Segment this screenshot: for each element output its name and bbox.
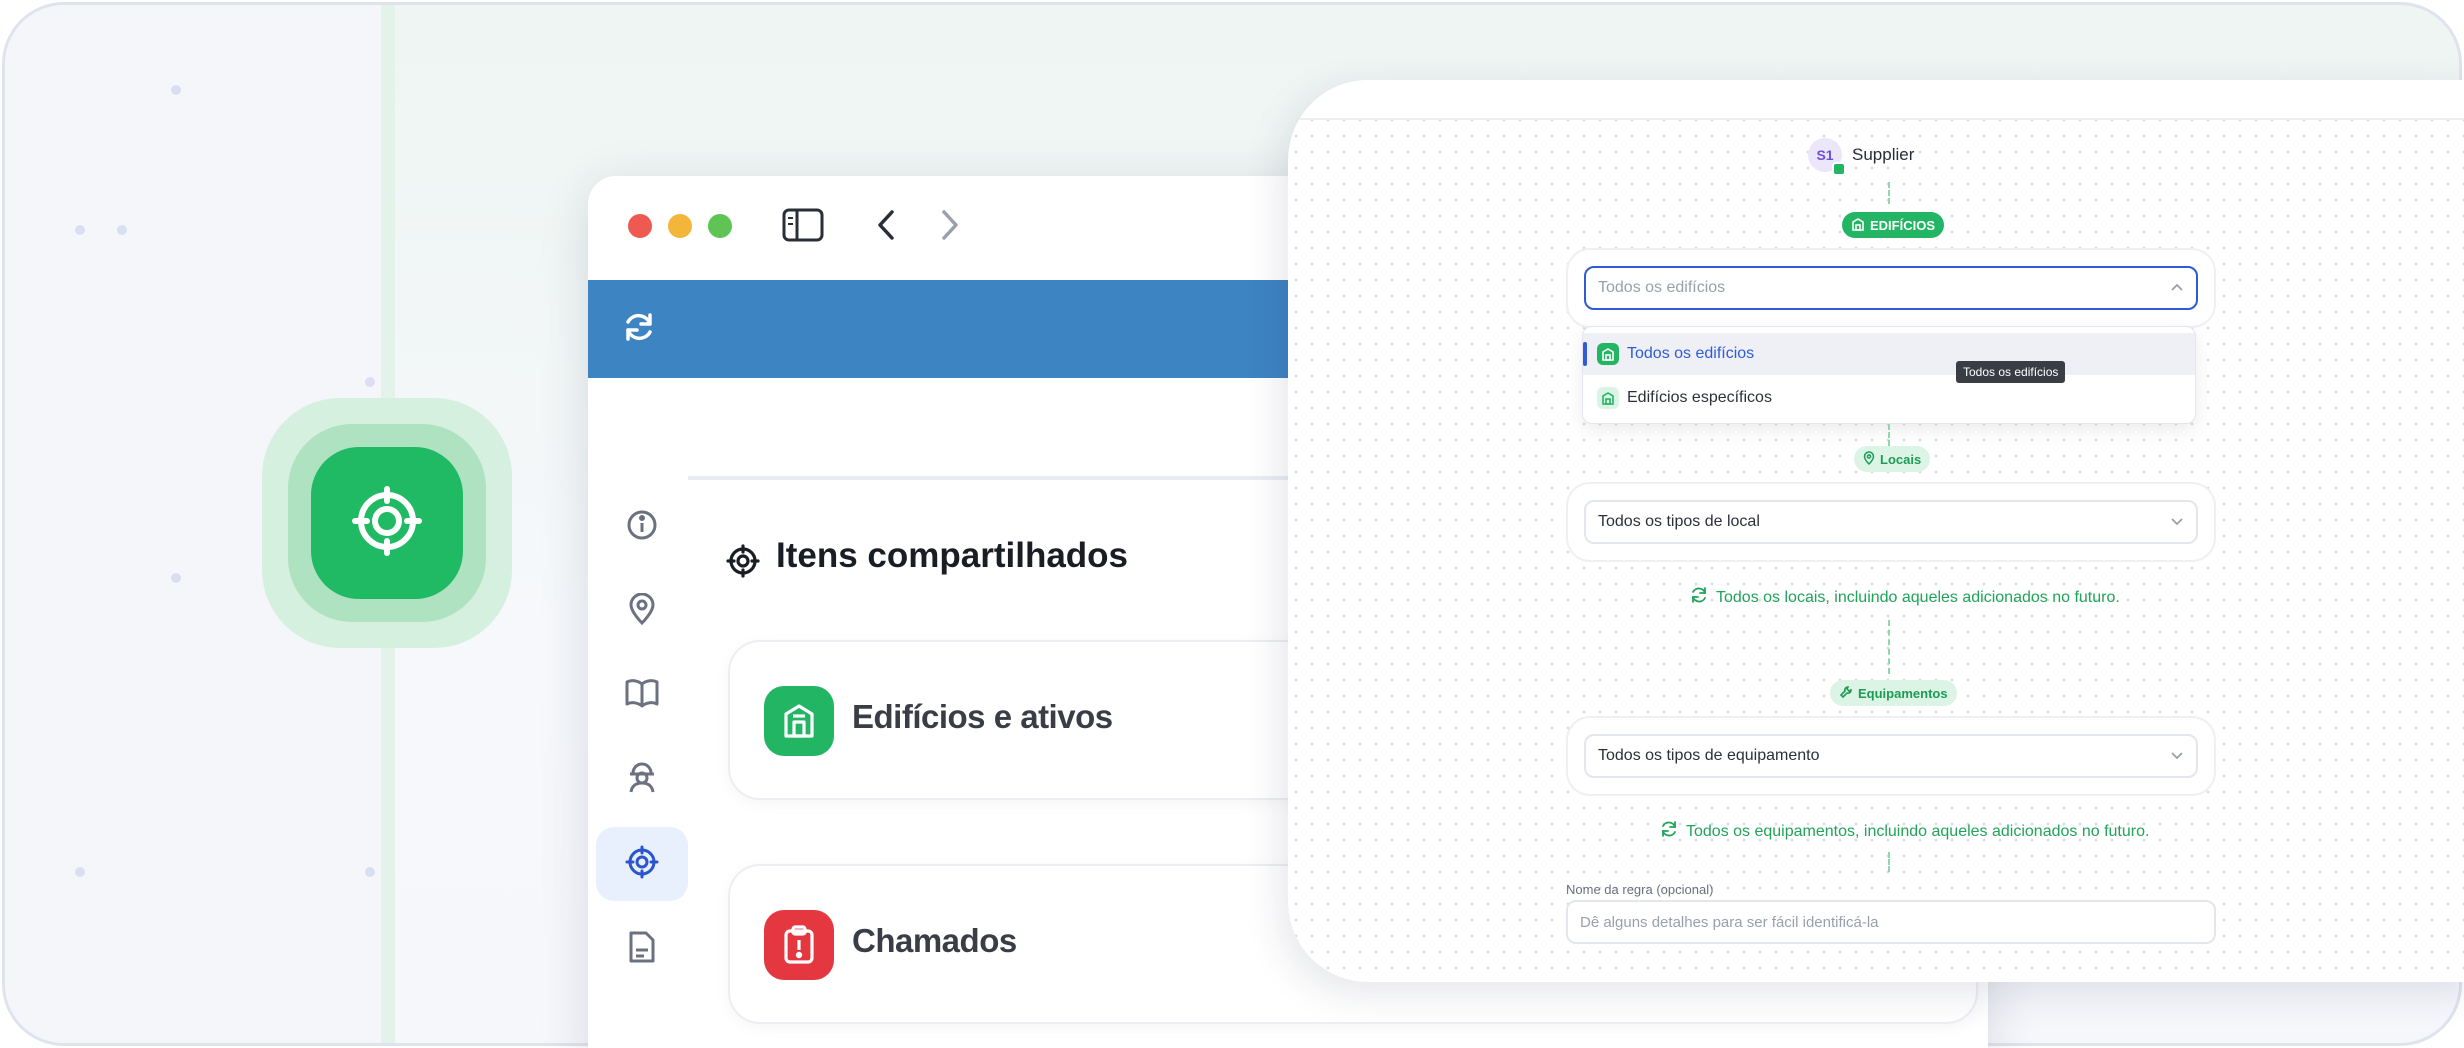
tooltip: Todos os edifícios <box>1956 361 2066 383</box>
technician-icon <box>625 760 659 799</box>
sharing-rules-panel: S1 Supplier EDIFÍCIOS Todos os edifícios… <box>1288 80 2464 982</box>
sync-icon <box>1660 820 1678 843</box>
buildings-select[interactable]: Todos os edifícios <box>1584 266 2198 310</box>
option-all-buildings[interactable]: Todos os edifícios <box>1583 333 2195 375</box>
chevron-up-icon <box>2170 279 2184 297</box>
chevron-down-icon <box>2170 747 2184 765</box>
connector-line <box>1888 424 1890 446</box>
building-icon <box>1597 387 1619 409</box>
equipment-info: Todos os equipamentos, incluindo aqueles… <box>1660 820 2149 843</box>
location-pin-icon <box>1863 450 1875 468</box>
nav-technicians[interactable] <box>596 742 688 816</box>
shared-target-icon <box>625 845 659 884</box>
avatar: S1 <box>1808 138 1846 176</box>
close-window-button[interactable] <box>628 214 652 238</box>
building-icon <box>1851 217 1865 234</box>
nav-locations[interactable] <box>596 574 688 648</box>
equipment-types-select[interactable]: Todos os tipos de equipamento <box>1584 734 2198 778</box>
locations-tag: Locais <box>1854 446 1931 472</box>
report-icon <box>627 930 657 969</box>
nav-shared-items[interactable] <box>596 827 688 901</box>
nav-reports[interactable] <box>596 912 688 986</box>
forward-arrow-icon[interactable] <box>936 206 962 249</box>
nav-knowledge[interactable] <box>596 658 688 732</box>
shared-target-badge <box>311 447 463 599</box>
card-title: Chamados <box>852 922 1017 959</box>
option-specific-buildings[interactable]: Edifícios específicos <box>1583 377 2195 419</box>
avatar-status-badge <box>1832 162 1846 176</box>
sync-icon <box>1690 586 1708 609</box>
clipboard-alert-icon <box>764 910 834 980</box>
sidebar-toggle-icon[interactable] <box>782 206 824 249</box>
connector-line <box>1888 620 1890 674</box>
connector-line <box>1888 852 1890 872</box>
buildings-tag: EDIFÍCIOS <box>1842 212 1945 238</box>
buildings-dropdown: Todos os edifícios Edifícios específicos <box>1582 326 2196 424</box>
building-icon <box>1597 343 1619 365</box>
rule-name-input[interactable]: Dê alguns detalhes para ser fácil identi… <box>1566 900 2216 944</box>
buildings-rule-box: Todos os edifícios <box>1566 248 2216 328</box>
refresh-icon[interactable] <box>622 310 656 349</box>
card-title: Edifícios e ativos <box>852 698 1113 735</box>
locations-info: Todos os locais, incluindo aqueles adici… <box>1690 586 2120 609</box>
back-arrow-icon[interactable] <box>874 206 900 249</box>
rule-name-label: Nome da regra (opcional) <box>1566 882 1714 897</box>
panel-header <box>1288 80 2464 120</box>
building-icon <box>764 686 834 756</box>
shared-target-icon <box>351 485 423 562</box>
wrench-icon <box>1839 685 1853 702</box>
info-icon <box>626 509 658 546</box>
equipment-tag: Equipamentos <box>1830 680 1957 706</box>
book-icon <box>625 677 659 714</box>
location-pin-icon <box>626 592 658 630</box>
minimize-window-button[interactable] <box>668 214 692 238</box>
location-types-select[interactable]: Todos os tipos de local <box>1584 500 2198 544</box>
locations-rule-box: Todos os tipos de local <box>1566 482 2216 562</box>
connector-line <box>1888 182 1890 204</box>
maximize-window-button[interactable] <box>708 214 732 238</box>
equipment-rule-box: Todos os tipos de equipamento <box>1566 716 2216 796</box>
supplier-name: Supplier <box>1852 145 1915 164</box>
nav-info[interactable] <box>596 490 688 564</box>
chevron-down-icon <box>2170 513 2184 531</box>
supplier-node: S1 Supplier <box>1808 138 1915 176</box>
page-title: Itens compartilhados <box>776 536 1129 575</box>
section-title-icon <box>726 544 760 583</box>
option-selected-indicator <box>1583 342 1587 366</box>
